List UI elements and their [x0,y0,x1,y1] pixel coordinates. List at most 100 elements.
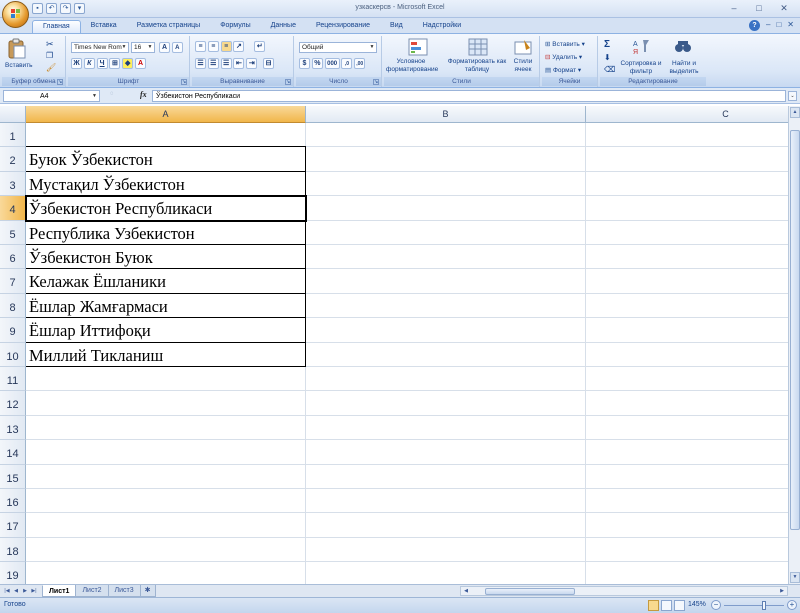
select-all-corner[interactable] [0,106,26,123]
row-header-14[interactable]: 14 [0,440,26,465]
column-header-b[interactable]: B [306,106,586,123]
number-format-select[interactable]: Общий ▼ [299,42,377,53]
column-header-c[interactable]: C [586,106,788,123]
font-color-icon[interactable]: A [135,58,147,69]
sheet-tab-3[interactable]: Лист3 [107,585,141,597]
format-cells-button[interactable]: ▤ Формат ▾ [545,66,581,74]
cell-styles-button[interactable]: Стили ячеек [508,58,538,74]
align-top-icon[interactable]: ≡ [195,41,206,52]
format-as-table-button[interactable]: Форматировать как таблицу [446,58,508,74]
insert-cells-button[interactable]: ⊞ Вставить ▾ [545,40,585,48]
row-header-17[interactable]: 17 [0,513,26,538]
conditional-format-button[interactable]: Условное форматирование [386,58,438,74]
font-size-select[interactable]: 16 ▼ [131,42,155,53]
page-layout-view-icon[interactable] [661,600,672,611]
cell-a4[interactable]: Ўзбекистон Республикаси [25,195,307,222]
tab-formulas[interactable]: Формулы [210,20,260,33]
shrink-font-icon[interactable]: A [171,42,183,53]
increase-indent-icon[interactable]: ⇥ [246,58,258,69]
format-painter-icon[interactable]: 🖌 [46,63,56,72]
tab-home[interactable]: Главная [32,20,81,33]
spreadsheet-grid[interactable]: A B C 1 2 3 4 5 6 7 8 9 10 11 12 13 14 15 16 17 18 19 Буюк Ўзб… [0,106,788,584]
horizontal-scrollbar[interactable]: ◀ ▶ [460,586,788,596]
conditional-format-icon[interactable] [408,38,428,58]
insert-function-icon[interactable]: fx [140,90,147,99]
scroll-left-icon[interactable]: ◀ [461,587,471,595]
zoom-out-icon[interactable]: − [711,600,721,610]
tab-page-layout[interactable]: Разметка страницы [127,20,211,33]
workbook-close-icon[interactable]: ✕ [787,20,794,31]
decrease-indent-icon[interactable]: ⇤ [233,58,245,69]
tab-review[interactable]: Рецензирование [306,20,380,33]
find-select-button[interactable]: Найти и выделить [664,60,704,76]
name-box[interactable]: A4 ▼ [3,90,100,102]
paste-button[interactable] [6,38,28,62]
align-middle-icon[interactable]: ≡ [207,41,219,52]
decrease-decimal-button[interactable]: ,00 [354,58,366,69]
underline-button[interactable]: Ч [96,58,108,69]
ribbon-minimize-icon[interactable]: – [766,20,770,31]
row-header-11[interactable]: 11 [0,367,26,392]
cell-a2[interactable]: Буюк Ўзбекистон [26,146,306,172]
row-header-16[interactable]: 16 [0,489,26,514]
delete-cells-button[interactable]: ⊟ Удалить ▾ [545,53,582,61]
sheet-tab-1[interactable]: Лист1 [42,585,77,597]
tab-addins[interactable]: Надстройки [413,20,471,33]
help-icon[interactable]: ? [749,20,760,31]
normal-view-icon[interactable] [648,600,659,611]
merge-cells-icon[interactable]: ⊟ [263,58,275,69]
alignment-launcher-icon[interactable]: ↘ [285,79,291,85]
scroll-right-icon[interactable]: ▶ [777,587,787,595]
sort-filter-button[interactable]: Сортировка и фильтр [620,60,662,76]
row-header-4[interactable]: 4 [0,196,26,221]
orientation-icon[interactable]: ↗ [233,41,245,52]
scroll-down-icon[interactable]: ▼ [790,572,800,583]
fill-color-icon[interactable]: ◆ [122,58,134,69]
zoom-level[interactable]: 145% [688,601,706,608]
expand-formula-bar-icon[interactable]: ⌄ [788,91,797,101]
thousands-button[interactable]: 000 [324,58,340,69]
cell-styles-icon[interactable] [514,38,532,58]
zoom-in-icon[interactable]: + [787,600,797,610]
cell-a6[interactable]: Ўзбекистон Буюк [26,245,306,270]
column-header-a[interactable]: A [26,106,306,123]
cell-a5[interactable]: Республика Узбекистон [26,220,306,245]
copy-icon[interactable]: ❐ [46,51,53,60]
cell-a7[interactable]: Келажак Ёшланики [26,269,306,294]
row-header-6[interactable]: 6 [0,245,26,270]
zoom-slider-thumb[interactable] [762,601,766,610]
vertical-scroll-thumb[interactable] [790,130,800,530]
row-header-13[interactable]: 13 [0,415,26,441]
next-sheet-icon[interactable]: ▶ [21,586,29,596]
insert-sheet-icon[interactable]: ✱ [139,585,156,597]
row-header-15[interactable]: 15 [0,464,26,489]
tab-view[interactable]: Вид [380,20,413,33]
zoom-slider[interactable] [724,601,784,610]
scroll-up-icon[interactable]: ▲ [790,107,800,118]
row-header-12[interactable]: 12 [0,391,26,416]
percent-button[interactable]: % [311,58,323,69]
clear-icon[interactable]: ⌫ [604,65,615,74]
wrap-text-icon[interactable]: ↵ [254,41,266,52]
align-bottom-icon[interactable]: ≡ [220,41,232,52]
tab-data[interactable]: Данные [261,20,306,33]
font-launcher-icon[interactable]: ↘ [181,79,187,85]
ribbon-restore-icon[interactable]: □ [776,20,781,31]
row-header-19[interactable]: 19 [0,562,26,584]
grow-font-icon[interactable]: A [159,42,170,53]
minimize-icon[interactable]: – [722,2,746,15]
sheet-tab-2[interactable]: Лист2 [75,585,109,597]
row-header-7[interactable]: 7 [0,269,26,294]
number-launcher-icon[interactable]: ↘ [373,79,379,85]
formula-input[interactable]: Ўзбекистон Республикаси [152,90,786,102]
borders-icon[interactable]: ⊞ [109,58,121,69]
cut-icon[interactable]: ✂ [46,39,54,50]
currency-icon[interactable]: $ [299,58,310,69]
row-header-8[interactable]: 8 [0,293,26,319]
autosum-icon[interactable]: Σ [604,39,610,50]
font-name-select[interactable]: Times New Rom ▼ [71,42,129,53]
last-sheet-icon[interactable]: ▶| [30,586,38,596]
close-icon[interactable]: ✕ [772,2,796,15]
fill-icon[interactable]: ⬇ [604,53,611,62]
row-header-18[interactable]: 18 [0,537,26,563]
